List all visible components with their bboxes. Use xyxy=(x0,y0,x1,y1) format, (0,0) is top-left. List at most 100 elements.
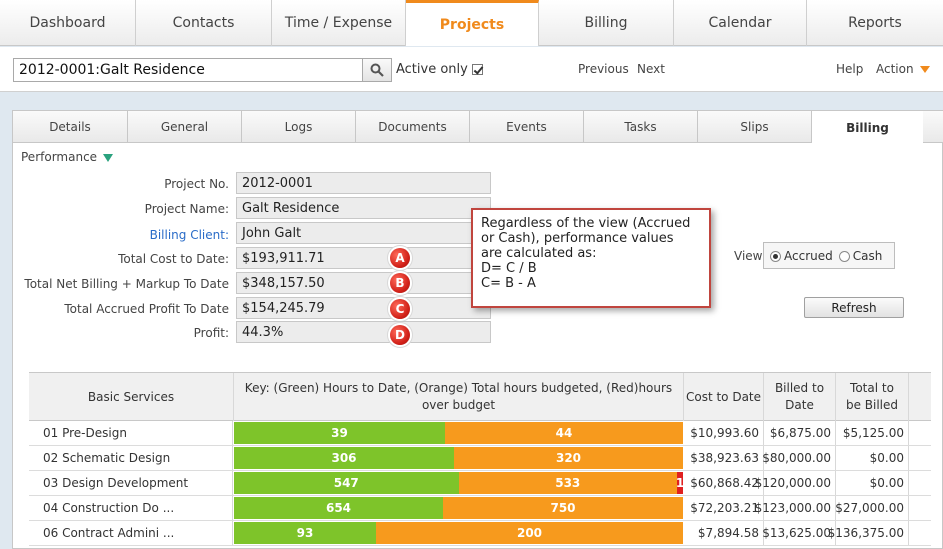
radio-selected-icon xyxy=(770,250,781,262)
service-name: 02 Schematic Design xyxy=(29,446,233,470)
formula-callout: Regardless of the view (Accrued or Cash)… xyxy=(471,208,711,308)
col-header-cost: Cost to Date xyxy=(684,373,764,421)
col-header-services: Basic Services xyxy=(29,373,234,421)
service-name: 04 Construction Do ... xyxy=(29,496,233,520)
view-accrued-label: Accrued xyxy=(784,248,833,263)
view-radio-group: Accrued Cash xyxy=(763,242,895,269)
active-only-filter: Active only xyxy=(396,62,483,77)
project-panel: Details General Logs Documents Events Ta… xyxy=(12,110,943,549)
profit-label: Profit: xyxy=(193,326,229,340)
hours-bar: 39 44 xyxy=(234,422,683,444)
refresh-button[interactable]: Refresh xyxy=(804,297,904,318)
hours-bar: 654 750 xyxy=(234,497,683,519)
subtab-tasks[interactable]: Tasks xyxy=(584,111,698,143)
nav-tab-billing[interactable]: Billing xyxy=(539,0,674,46)
nav-tab-contacts[interactable]: Contacts xyxy=(136,0,272,46)
accrued-profit-label: Total Accrued Profit To Date xyxy=(64,302,229,316)
total-to-be-billed: $0.00 xyxy=(836,446,909,470)
triangle-down-icon xyxy=(103,153,114,162)
cost-to-date: $60,868.42 xyxy=(684,471,764,495)
service-name: 03 Design Development xyxy=(29,471,233,495)
hours-to-date-segment: 93 xyxy=(234,522,376,544)
table-row[interactable]: 02 Schematic Design 306 320 $38,923.63 $80,0… xyxy=(29,446,931,471)
hours-bar: 93 200 xyxy=(234,522,683,544)
service-name: 01 Pre-Design xyxy=(29,421,233,445)
cost-to-date: $72,203.21 xyxy=(684,496,764,520)
marker-d-badge: D xyxy=(390,325,410,345)
table-row[interactable]: 06 Contract Admini ... 93 200 $7,894.58 $13,… xyxy=(29,521,931,546)
project-subtabs: Details General Logs Documents Events Ta… xyxy=(13,111,943,144)
next-link[interactable]: Next xyxy=(637,62,665,76)
subtab-general[interactable]: General xyxy=(128,111,242,143)
marker-a-badge: A xyxy=(390,248,410,268)
total-net-billing-field: $348,157.50 xyxy=(236,272,491,294)
project-name-label: Project Name: xyxy=(144,202,229,216)
radio-empty-icon xyxy=(838,250,850,262)
col-header-key: Key: (Green) Hours to Date, (Orange) Tot… xyxy=(234,373,684,421)
hours-over-budget-segment: 1 xyxy=(676,472,683,494)
main-nav: Dashboard Contacts Time / Expense Projec… xyxy=(0,0,943,46)
view-label: View xyxy=(734,249,763,263)
caret-down-icon xyxy=(919,66,930,73)
hours-budgeted-segment: 44 xyxy=(445,422,683,444)
col-header-to-be-billed: Total to be Billed xyxy=(836,373,909,421)
view-accrued-option[interactable]: Accrued xyxy=(770,249,833,263)
billing-client-field: John Galt xyxy=(236,222,491,244)
cost-to-date: $7,894.58 xyxy=(684,521,764,545)
profit-field: 44.3% xyxy=(236,321,491,343)
table-header: Basic Services Key: (Green) Hours to Dat… xyxy=(29,372,931,421)
active-only-checkbox[interactable] xyxy=(471,64,483,75)
nav-tab-projects[interactable]: Projects xyxy=(406,0,539,46)
table-row[interactable]: 04 Construction Do ... 654 750 $72,203.21 $1… xyxy=(29,496,931,521)
hours-budgeted-segment: 533 xyxy=(458,472,677,494)
subtab-events[interactable]: Events xyxy=(470,111,584,143)
services-table: Basic Services Key: (Green) Hours to Dat… xyxy=(29,372,931,546)
cost-to-date: $38,923.63 xyxy=(684,446,764,470)
action-menu[interactable]: Action xyxy=(876,62,930,76)
previous-link[interactable]: Previous xyxy=(578,62,629,76)
search-icon xyxy=(370,63,384,77)
hours-to-date-segment: 39 xyxy=(234,422,445,444)
callout-line: or Cash), performance values xyxy=(481,231,674,246)
marker-c-badge: C xyxy=(390,299,410,319)
total-to-be-billed: $136,375.00 xyxy=(828,521,909,545)
project-no-label: Project No. xyxy=(164,177,229,191)
total-to-be-billed: $0.00 xyxy=(836,471,909,495)
nav-tab-time-expense[interactable]: Time / Expense xyxy=(272,0,406,46)
performance-toggle[interactable]: Performance xyxy=(21,150,114,164)
service-name: 06 Contract Admini ... xyxy=(29,521,233,545)
total-net-billing-label: Total Net Billing + Markup To Date xyxy=(24,277,229,291)
hours-budgeted-segment: 750 xyxy=(443,497,683,519)
callout-line: are calculated as: xyxy=(481,246,597,261)
project-search-input[interactable] xyxy=(13,58,363,82)
search-button[interactable] xyxy=(362,58,392,82)
subtab-details[interactable]: Details xyxy=(13,111,128,143)
subtab-billing[interactable]: Billing xyxy=(812,111,923,144)
nav-tab-calendar[interactable]: Calendar xyxy=(674,0,807,46)
accrued-profit-field: $154,245.79 xyxy=(236,297,491,319)
subtab-documents[interactable]: Documents xyxy=(356,111,470,143)
subtab-slips[interactable]: Slips xyxy=(698,111,812,143)
action-menu-label: Action xyxy=(876,62,914,76)
hours-bar: 306 320 xyxy=(234,447,683,469)
billed-to-date: $120,000.00 xyxy=(755,471,836,495)
billed-to-date: $123,000.00 xyxy=(755,496,836,520)
total-to-be-billed: $27,000.00 xyxy=(835,496,909,520)
callout-line: Regardless of the view (Accrued xyxy=(481,216,691,231)
total-cost-field: $193,911.71 xyxy=(236,247,491,269)
view-cash-option[interactable]: Cash xyxy=(838,249,882,263)
table-body: 01 Pre-Design 39 44 $10,993.60 $6,875.00 $5,1… xyxy=(29,421,931,546)
table-row[interactable]: 03 Design Development 547 533 1 $60,868.42 $1… xyxy=(29,471,931,496)
project-search-bar: Active only Previous Next Help Action xyxy=(0,47,943,92)
active-only-label: Active only xyxy=(396,62,468,77)
callout-line: D= C / B xyxy=(481,261,537,276)
marker-b-badge: B xyxy=(390,273,410,293)
subtab-logs[interactable]: Logs xyxy=(242,111,356,143)
help-link[interactable]: Help xyxy=(836,62,863,76)
billing-client-link[interactable]: Billing Client: xyxy=(13,228,229,242)
table-row[interactable]: 01 Pre-Design 39 44 $10,993.60 $6,875.00 $5,1… xyxy=(29,421,931,446)
billed-to-date: $13,625.00 xyxy=(762,521,836,545)
nav-tab-reports[interactable]: Reports xyxy=(807,0,943,46)
nav-tab-dashboard[interactable]: Dashboard xyxy=(0,0,136,46)
total-to-be-billed: $5,125.00 xyxy=(836,421,909,445)
